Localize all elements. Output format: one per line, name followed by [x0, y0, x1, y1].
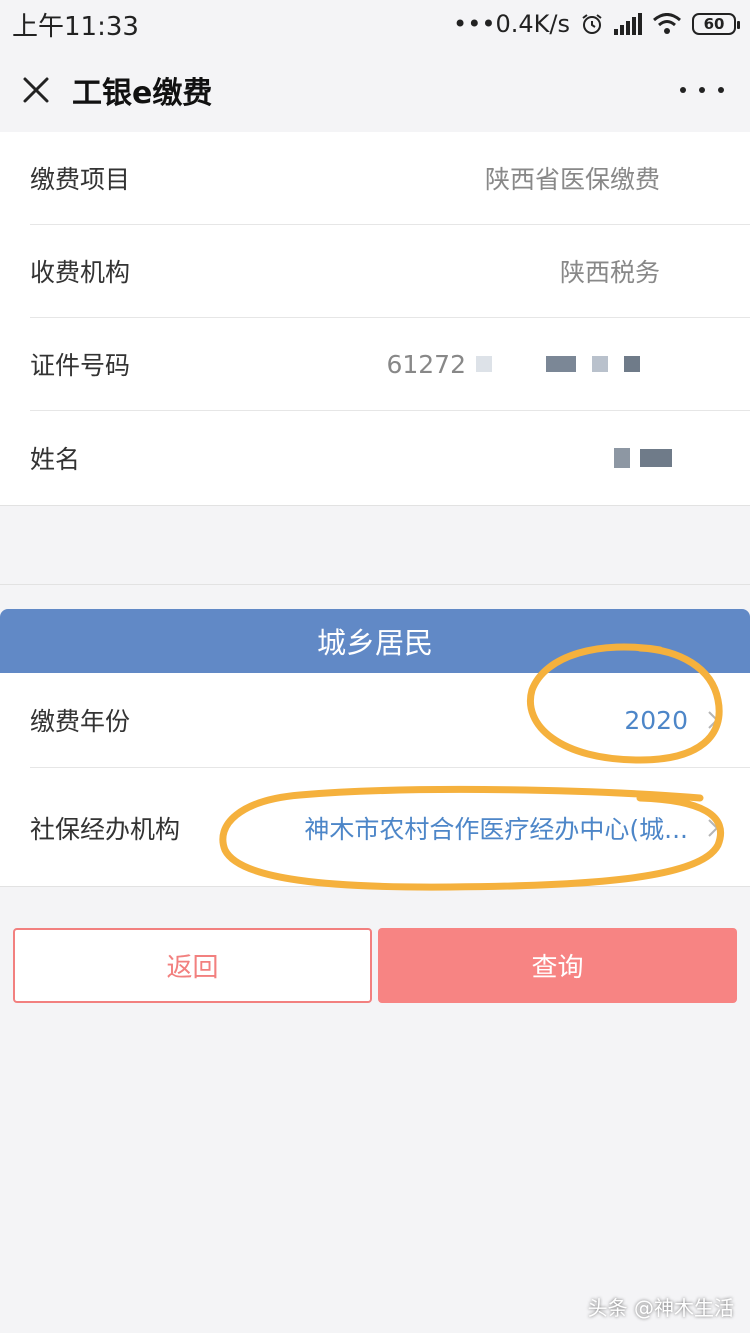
info-label: 缴费项目 [30, 165, 131, 194]
info-label: 姓名 [30, 444, 81, 474]
year-value: 2020 [624, 705, 688, 735]
redaction-block [546, 356, 576, 372]
info-value: 61272 [386, 349, 466, 379]
name-value [614, 447, 672, 468]
payment-info-section: 缴费项目 陕西省医保缴费 收费机构 陕西税务 证件号码 61272 姓名 [0, 132, 750, 506]
watermark: 头条 @神木生活 [587, 1296, 734, 1320]
chevron-right-icon [708, 711, 719, 729]
selection-section: 缴费年份 2020 社保经办机构 神木市农村合作医疗经办中心(城... [0, 673, 750, 887]
redaction-block [592, 356, 608, 372]
id-number-value: 61272 [386, 350, 640, 379]
battery-icon: 60 [692, 13, 740, 35]
nav-bar: 工银e缴费 [0, 48, 750, 132]
payment-year-selector[interactable]: 缴费年份 2020 [30, 673, 750, 768]
select-label: 缴费年份 [30, 707, 131, 736]
info-row-payment-item: 缴费项目 陕西省医保缴费 [30, 132, 750, 225]
info-row-id-number: 证件号码 61272 [30, 318, 750, 411]
section-header: 城乡居民 [0, 609, 750, 673]
info-label: 收费机构 [30, 258, 131, 287]
social-security-agency-selector[interactable]: 社保经办机构 神木市农村合作医疗经办中心(城... [30, 769, 750, 887]
close-button[interactable] [0, 48, 72, 132]
info-row-name: 姓名 [30, 411, 750, 504]
query-button[interactable]: 查询 [378, 928, 737, 1003]
chevron-right-icon [708, 819, 719, 837]
redaction-block [640, 448, 672, 467]
info-value: 陕西税务 [559, 258, 660, 287]
divider [0, 584, 750, 585]
status-icons: •••0.4K/s 60 [453, 10, 740, 38]
info-label: 证件号码 [30, 351, 131, 380]
close-icon [23, 77, 49, 103]
page-title: 工银e缴费 [72, 76, 213, 111]
redaction-block [614, 447, 630, 468]
wifi-icon [653, 13, 681, 34]
select-label: 社保经办机构 [30, 815, 181, 844]
info-value: 陕西省医保缴费 [484, 165, 660, 194]
more-menu-icon[interactable] [680, 74, 724, 106]
redaction-block [476, 356, 492, 372]
signal-icon [614, 13, 642, 35]
alarm-icon [582, 14, 602, 34]
agency-value: 神木市农村合作医疗经办中心(城... [304, 815, 688, 844]
redaction-block [624, 356, 640, 372]
status-bar: 上午11:33 •••0.4K/s 60 [0, 0, 750, 48]
network-speed: •••0.4K/s [453, 10, 570, 38]
info-row-agency: 收费机构 陕西税务 [30, 225, 750, 318]
back-button[interactable]: 返回 [13, 928, 372, 1003]
status-time: 上午11:33 [12, 11, 139, 42]
